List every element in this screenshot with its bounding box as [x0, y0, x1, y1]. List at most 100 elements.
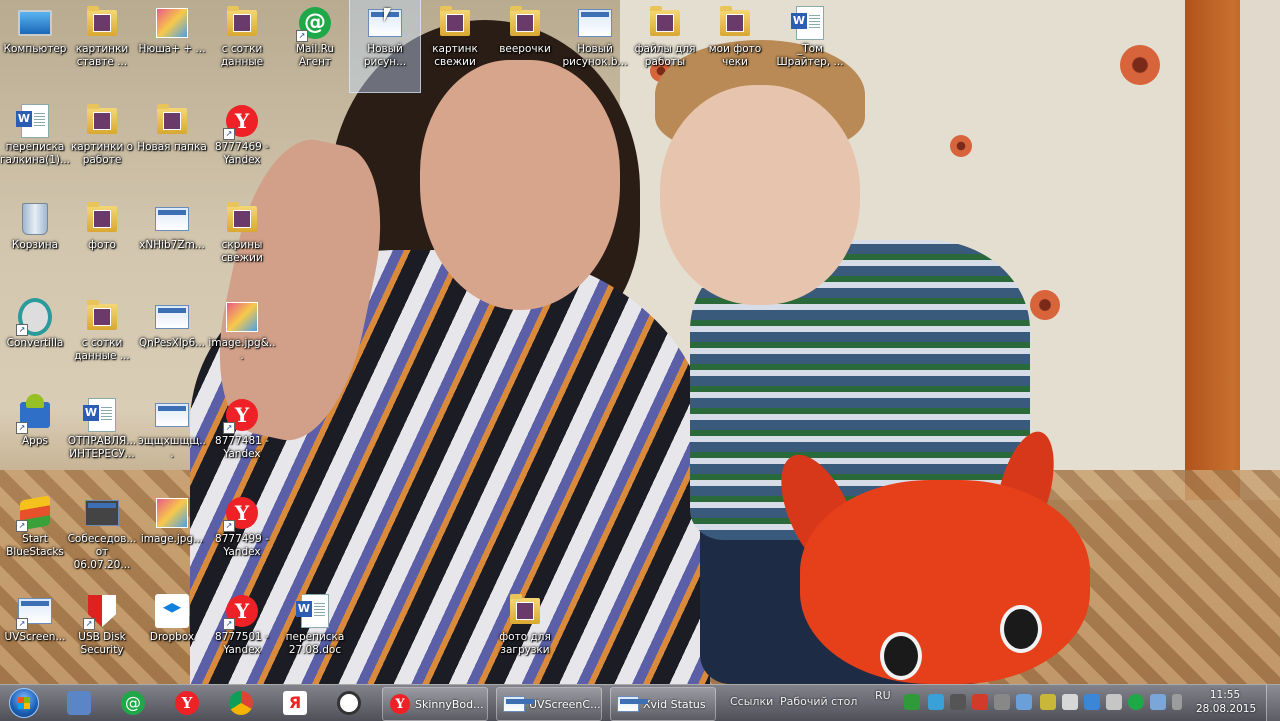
desktop-icon-label: _Том Шрайтер, ...: [776, 43, 844, 68]
image-icon: [155, 496, 189, 530]
tray-speaker-icon[interactable]: [1106, 694, 1122, 710]
tray-app-icon[interactable]: [1150, 694, 1166, 710]
tray-shield-icon[interactable]: [972, 694, 988, 710]
tray-app-icon[interactable]: [994, 694, 1010, 710]
start-button[interactable]: [2, 686, 46, 720]
desktop-icon-android-apps[interactable]: ↗ Apps: [0, 392, 70, 484]
pinned-media-player[interactable]: [54, 687, 104, 719]
desktop-icon-uvscreencamera[interactable]: ↗ UVScreen...: [0, 588, 70, 680]
desktop-icon-yandex[interactable]: Y ↗ 8777499 - Yandex: [207, 490, 277, 582]
desktop-icon-folder[interactable]: фото: [67, 196, 137, 288]
desktop-icon-image[interactable]: Нюша+ + ...: [137, 0, 207, 92]
document-icon: [85, 496, 119, 530]
desktop-icon-screenshot[interactable]: QnPesXlp6...: [137, 294, 207, 386]
folder-icon: [85, 202, 119, 236]
desktop-icon-recycle-bin[interactable]: Корзина: [0, 196, 70, 288]
desktop-icon-label: Новый рисун...: [363, 43, 407, 68]
desktop-icon-screenshot[interactable]: xNHib7Zm...: [137, 196, 207, 288]
tray-app-icon[interactable]: [1040, 694, 1056, 710]
yandex-icon: Y ↗: [223, 594, 259, 630]
tray-app-icon[interactable]: [950, 694, 966, 710]
paint-icon: [578, 6, 612, 40]
desktop-icon-label: 8777469 - Yandex: [215, 141, 269, 166]
tray-app-icon[interactable]: [904, 694, 920, 710]
desktop-icon-label: image.jpg&...: [208, 337, 276, 362]
desktop-icon-screenshot[interactable]: эщщхшщщ...: [137, 392, 207, 484]
desktop-icon-label: Mail.Ru Агент: [295, 43, 335, 68]
desktop-icon-folder[interactable]: картинки ставте ...: [67, 0, 137, 92]
desktop-icon-folder[interactable]: Новая папка: [137, 98, 207, 190]
toolbar-desktop[interactable]: Рабочий стол: [780, 695, 857, 708]
desktop-icon-dropbox[interactable]: Dropbox: [137, 588, 207, 680]
shortcut-arrow-icon: ↗: [223, 520, 235, 532]
yandex-icon: Y: [389, 693, 411, 715]
desktop-icon-label: Convertilla: [6, 337, 64, 349]
desktop-icon-word-doc[interactable]: ОТПРАВЛЯ... ИНТЕРЕСУ...: [67, 392, 137, 484]
desktop-icon-folder[interactable]: картинк свежии: [420, 0, 490, 92]
desktop-icon-label: Start BlueStacks: [6, 533, 64, 558]
desktop-icon-label: image.jpg...: [140, 533, 204, 545]
screenshot-icon: [155, 202, 189, 236]
tray-volume-icon[interactable]: [1062, 694, 1078, 710]
desktop-icon-document[interactable]: Собеседов... от 06.07.20...: [67, 490, 137, 582]
desktop-icon-label: мои фото чеки: [708, 43, 762, 68]
pinned-mailru-agent[interactable]: @: [108, 687, 158, 719]
task-label: SkinnyBod...: [415, 697, 484, 711]
pinned-chrome[interactable]: [216, 687, 266, 719]
desktop-icon-folder[interactable]: с сотки данные ...: [67, 294, 137, 386]
shortcut-arrow-icon: ↗: [16, 520, 28, 532]
tray-app-icon[interactable]: [928, 694, 944, 710]
shortcut-arrow-icon: ↗: [83, 618, 95, 630]
folder-icon: [85, 300, 119, 334]
yandex-icon: Y: [175, 691, 199, 715]
desktop-icon-label: картинки ставте ...: [75, 43, 129, 68]
uvscreencamera-icon: [503, 693, 534, 715]
desktop-icon-mailru-agent[interactable]: @ ↗ Mail.Ru Агент: [280, 0, 350, 92]
desktop-icon-word-doc[interactable]: переписка 27.08.doc: [280, 588, 350, 680]
toolbar-links[interactable]: Ссылки: [730, 695, 773, 708]
desktop-icon-yandex[interactable]: Y ↗ 8777481 - Yandex: [207, 392, 277, 484]
show-desktop-button[interactable]: [1266, 685, 1280, 721]
language-indicator[interactable]: RU: [875, 689, 891, 702]
mouse-cursor: [384, 8, 391, 22]
desktop-icon-folder[interactable]: веерочки: [490, 0, 560, 92]
desktop-icon-label: эщщхшщщ...: [138, 435, 206, 460]
taskbar-task-yandex[interactable]: Y SkinnyBod...: [382, 687, 488, 721]
desktop-icon-label: переписка 27.08.doc: [285, 631, 345, 656]
desktop-icon-folder[interactable]: файлы для работы: [630, 0, 700, 92]
desktop-icon-word-doc[interactable]: _Том Шрайтер, ...: [775, 0, 845, 92]
wallpaper-toy-horse: [800, 480, 1090, 684]
desktop-icon-label: с сотки данные ...: [74, 337, 130, 362]
tray-mailru-icon[interactable]: [1128, 694, 1144, 710]
desktop-icon-folder[interactable]: фото для загрузки: [490, 588, 560, 680]
desktop-icon-image[interactable]: image.jpg...: [137, 490, 207, 582]
taskbar-task-uvscreencamera[interactable]: UVScreenC...: [496, 687, 602, 721]
desktop-icon-convertilla[interactable]: ↗ Convertilla: [0, 294, 70, 386]
desktop-icon-folder[interactable]: картинки о работе: [67, 98, 137, 190]
desktop-icon-label: фото для загрузки: [499, 631, 551, 656]
desktop-icon-folder[interactable]: скрины свежии: [207, 196, 277, 288]
taskbar-task-xvid-status[interactable]: Xvid Status: [610, 687, 716, 721]
pinned-opera[interactable]: [324, 687, 374, 719]
tray-battery-icon[interactable]: [1172, 694, 1182, 710]
desktop-icon-image[interactable]: image.jpg&...: [207, 294, 277, 386]
pinned-yandex-browser[interactable]: Y: [162, 687, 212, 719]
desktop-icon-yandex[interactable]: Y ↗ 8777501 - Yandex: [207, 588, 277, 680]
desktop-icon-folder[interactable]: с сотки данные: [207, 0, 277, 92]
mailru-agent-icon: @ ↗: [296, 6, 332, 42]
desktop-icon-yandex[interactable]: Y ↗ 8777469 - Yandex: [207, 98, 277, 190]
android-apps-icon: ↗: [16, 394, 52, 434]
tray-network-icon[interactable]: [1016, 694, 1032, 710]
system-clock[interactable]: 11:55 28.08.2015: [1196, 688, 1256, 716]
shortcut-arrow-icon: ↗: [16, 422, 28, 434]
desktop-icon-folder[interactable]: мои фото чеки: [700, 0, 770, 92]
desktop-icon-word-doc[interactable]: переписка галкина(1)...: [0, 98, 70, 190]
tray-app-icon[interactable]: [1084, 694, 1100, 710]
wallpaper-toy-horse-eye: [1000, 605, 1042, 653]
desktop-icon-bluestacks[interactable]: ↗ Start BlueStacks: [0, 490, 70, 582]
desktop-icon-computer[interactable]: Компьютер: [0, 0, 70, 92]
desktop-icon-paint[interactable]: Новый рисунок.b...: [560, 0, 630, 92]
desktop-icon-label: 8777501 - Yandex: [215, 631, 269, 656]
desktop-icon-usb-disk-security[interactable]: ↗ USB Disk Security: [67, 588, 137, 680]
pinned-yandex[interactable]: Я: [270, 687, 320, 719]
